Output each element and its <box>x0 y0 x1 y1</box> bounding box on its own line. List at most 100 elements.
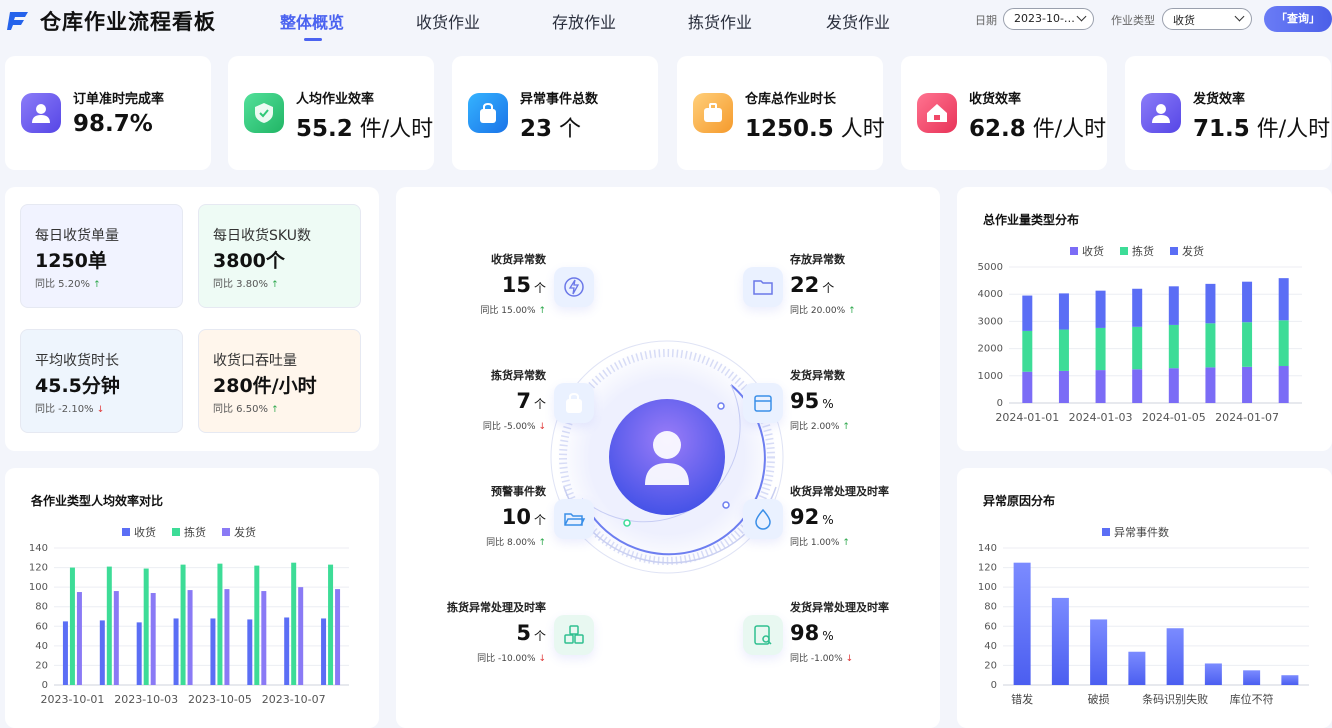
bar <box>106 566 112 685</box>
exception-change-text: 同比 2.00% <box>790 422 840 432</box>
tab-picking[interactable]: 拣货作业 <box>688 9 752 33</box>
bar <box>99 620 105 685</box>
bar <box>1095 290 1106 328</box>
arrow-down-icon: ↓ <box>538 422 546 432</box>
x-tick-label: 错发 <box>1011 692 1033 706</box>
bar <box>1166 628 1184 685</box>
y-tick-label: 2000 <box>978 344 1003 355</box>
y-tick-label: 60 <box>35 621 48 632</box>
y-tick-label: 20 <box>35 660 48 671</box>
bar <box>173 618 179 685</box>
y-tick-label: 120 <box>29 563 48 574</box>
receiving-stats-card: 每日收货单量 1250单 同比 5.20% ↑ 每日收货SKU数 3800个 同比… <box>5 187 379 451</box>
kpi-card: 订单准时完成率 98.7% <box>5 56 211 170</box>
bar <box>1281 675 1299 685</box>
exception-number: 22 <box>790 273 820 297</box>
lightning-icon <box>554 267 594 307</box>
efficiency-chart: 收货 拣货 发货 0 20 40 60 80 100 120 140 2023-10-01 2023-1… <box>29 525 349 706</box>
exception-change: 同比 -1.00% ↓ <box>790 651 924 664</box>
exception-label: 发货异常数 <box>790 369 845 382</box>
exception-value: 22 个 <box>790 273 924 297</box>
exception-stat: 预警事件数 10 个 同比 8.00% ↑ <box>404 483 546 548</box>
exception-change: 同比 20.00% ↑ <box>790 303 924 316</box>
legend-swatch <box>1120 247 1128 255</box>
exception-stat: 存放异常数 22 个 同比 20.00% ↑ <box>790 251 924 316</box>
exception-change: 同比 8.00% ↑ <box>404 535 546 548</box>
bar <box>1242 322 1253 367</box>
x-tick-label: 2024-01-07 <box>1215 411 1279 424</box>
stat-label: 收货口吞吐量 <box>213 353 297 369</box>
bar <box>210 618 216 685</box>
bar <box>1128 651 1146 685</box>
type-select[interactable]: 收货 <box>1162 8 1252 30</box>
bar <box>1168 286 1179 325</box>
y-tick-label: 5000 <box>978 262 1003 273</box>
stat-change-text: 同比 -2.10% <box>35 404 94 415</box>
kpi-number: 62.8 <box>969 116 1026 142</box>
kpi-card: 人均作业效率 55.2 件/人时 <box>228 56 434 170</box>
store-icon <box>743 383 783 423</box>
arrow-up-icon: ↑ <box>271 280 279 290</box>
exception-change-text: 同比 -1.00% <box>790 654 843 664</box>
legend-swatch <box>222 528 230 536</box>
tab-storage[interactable]: 存放作业 <box>552 9 616 33</box>
bar <box>69 567 75 685</box>
kpi-label: 人均作业效率 <box>296 92 375 107</box>
exception-label: 拣货异常数 <box>491 369 546 382</box>
bar <box>1278 278 1289 321</box>
bar <box>335 589 341 685</box>
exception-unit: 个 <box>533 397 546 411</box>
arrow-up-icon: ↑ <box>848 306 856 316</box>
bar <box>113 591 119 685</box>
bar <box>1205 367 1216 403</box>
stat-change: 同比 3.80% ↑ <box>213 275 279 290</box>
y-tick-label: 140 <box>29 543 48 554</box>
bar <box>1242 366 1253 403</box>
exception-number: 15 <box>501 273 531 297</box>
exception-stat: 收货异常处理及时率 92% 同比 1.00% ↑ <box>790 483 924 548</box>
exception-unit: 个 <box>533 513 546 527</box>
exception-unit: 个 <box>533 629 546 643</box>
tab-overview[interactable]: 整体概览 <box>280 9 344 41</box>
bar <box>1090 619 1108 685</box>
bar <box>217 563 223 685</box>
x-tick-label: 2024-01-03 <box>1069 411 1133 424</box>
exception-change-text: 同比 20.00% <box>790 306 846 316</box>
legend-label: 拣货 <box>184 525 206 539</box>
y-tick-label: 40 <box>35 641 48 652</box>
tab-receiving[interactable]: 收货作业 <box>416 9 480 33</box>
reason-chart: 异常事件数 0 20 40 60 80 100 120 140 错发 破损 条码识别失败 库位不符 <box>978 526 1309 706</box>
y-tick-label: 0 <box>991 680 997 691</box>
kpi-value: 1250.5 人时 <box>745 111 885 143</box>
bar <box>1022 371 1033 403</box>
bar <box>136 622 142 685</box>
folder-open-icon <box>554 499 594 539</box>
legend-swatch <box>1170 247 1178 255</box>
exception-number: 5 <box>516 621 531 645</box>
exception-number: 98 <box>790 621 820 645</box>
y-tick-label: 120 <box>978 563 997 574</box>
bar <box>1242 281 1253 323</box>
kpi-card: 仓库总作业时长 1250.5 人时 <box>677 56 885 170</box>
kpi-unit: 件/人时 <box>352 117 434 142</box>
stat-box: 收货口吞吐量 280件/小时 同比 6.50% ↑ <box>198 329 361 433</box>
exception-reason-card: 异常原因分布 异常事件数 0 20 40 60 80 100 120 140 错发 破损 条码识别失败… <box>957 468 1332 728</box>
arrow-down-icon: ↓ <box>538 654 546 664</box>
date-select[interactable]: 2023-10-… <box>1003 8 1094 30</box>
legend-label: 收货 <box>1082 244 1104 258</box>
bar <box>224 589 230 685</box>
legend-label: 发货 <box>234 525 256 539</box>
shield-check-icon <box>244 93 284 133</box>
stat-label: 每日收货单量 <box>35 228 119 244</box>
tab-shipping[interactable]: 发货作业 <box>826 9 890 33</box>
legend-swatch <box>172 528 180 536</box>
bar <box>187 590 193 685</box>
y-tick-label: 20 <box>984 660 997 671</box>
bar <box>1058 293 1069 330</box>
query-button[interactable]: 「查询」 <box>1264 6 1332 32</box>
exception-change: 同比 1.00% ↑ <box>790 535 924 548</box>
stat-label: 平均收货时长 <box>35 353 119 369</box>
bar <box>1205 323 1216 368</box>
kpi-label: 仓库总作业时长 <box>745 92 837 107</box>
bar <box>1095 370 1106 403</box>
